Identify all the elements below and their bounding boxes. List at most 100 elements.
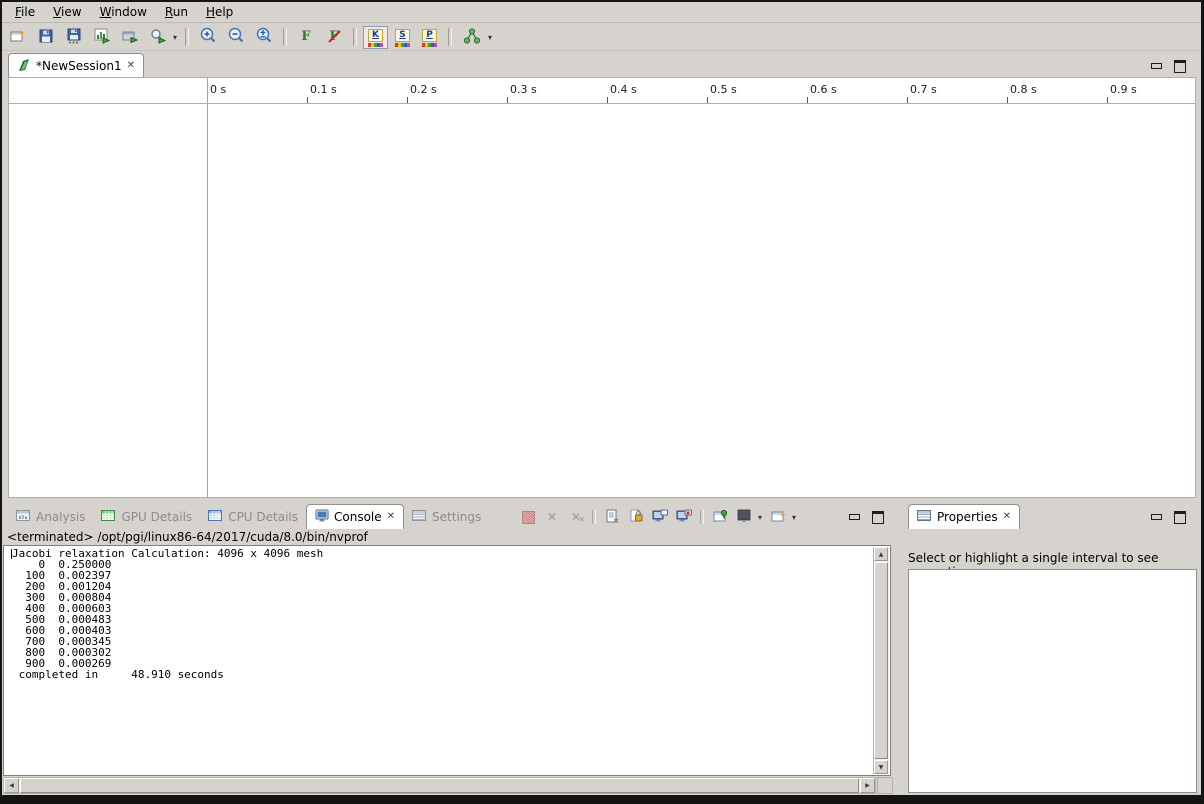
minimize-icon (1151, 63, 1162, 69)
scrollbar-corner (877, 777, 893, 794)
scroll-right-arrow[interactable]: ▶ (860, 778, 875, 793)
ruler-tick-label: 0.3 s (510, 83, 537, 96)
process-colors-button[interactable]: P (417, 26, 442, 49)
console-horizontal-scrollbar[interactable]: ◀ ▶ (3, 777, 876, 794)
import-button[interactable] (117, 25, 143, 49)
scroll-lock-icon (629, 509, 643, 526)
menu-file[interactable]: File (6, 4, 44, 20)
scrollbar-thumb[interactable] (874, 562, 888, 759)
scrollbar-thumb[interactable] (20, 778, 859, 793)
process-colors-icon: P (422, 29, 437, 42)
scroll-down-arrow[interactable]: ▼ (874, 760, 888, 774)
properties-tab-close-icon[interactable]: ✕ (1003, 512, 1011, 522)
console-tab-close-icon[interactable]: ✕ (387, 512, 395, 522)
ruler-tick (807, 97, 808, 103)
ruler-tick (607, 97, 608, 103)
tab-cpu-details[interactable]: CPU Details (200, 505, 306, 529)
console-vertical-scrollbar[interactable]: ▲ ▼ (873, 547, 889, 774)
ruler-tick-label: 0.8 s (1010, 83, 1037, 96)
toolbar-separator-line (2, 50, 1201, 51)
menu-window[interactable]: Window (91, 4, 156, 20)
kernel-colors-button[interactable]: K (363, 26, 388, 49)
import-icon (122, 28, 138, 47)
maximize-icon (1174, 511, 1186, 524)
stream-colors-button[interactable]: S (390, 26, 415, 49)
tab-settings[interactable]: Settings (404, 505, 489, 529)
maximize-icon (1174, 60, 1186, 73)
remove-launch-button[interactable]: ✕ (542, 507, 562, 527)
menu-view[interactable]: View (44, 4, 90, 20)
analysis-nodes-icon (463, 28, 481, 47)
timeline-maximize-button[interactable] (1171, 58, 1189, 74)
display-console-dropdown-icon[interactable]: ▾ (756, 513, 764, 522)
new-session-button[interactable]: ✦ (5, 25, 31, 49)
minimize-icon (849, 514, 860, 520)
tab-gpu-details[interactable]: GPU Details (93, 505, 200, 529)
remove-all-terminated-button[interactable]: ✕ ✕ (566, 507, 586, 527)
scroll-left-arrow[interactable]: ◀ (4, 778, 19, 793)
ruler-tick-label: 0.1 s (310, 83, 337, 96)
open-console-button[interactable]: ✦ (768, 507, 788, 527)
scroll-up-arrow[interactable]: ▲ (874, 547, 888, 561)
ruler-tick-label: 0.2 s (410, 83, 437, 96)
cpu-details-tab-icon (208, 509, 223, 525)
zoom-out-button[interactable] (223, 25, 249, 49)
open-console-dropdown-icon[interactable]: ▾ (790, 513, 798, 522)
scroll-lock-button[interactable] (626, 507, 646, 527)
console-maximize-button[interactable] (869, 509, 887, 525)
timeline-view[interactable] (8, 77, 1196, 498)
properties-maximize-button[interactable] (1171, 509, 1189, 525)
new-session-icon: ✦ (10, 28, 26, 47)
add-flag-button[interactable]: F (293, 25, 319, 49)
console-toolbar: ✕ ✕ ✕ ▾ ✦ ▾ (518, 505, 798, 529)
ruler-tick-label: 0.4 s (610, 83, 637, 96)
gpu-details-tab-icon (101, 509, 116, 525)
profile-application-button[interactable] (89, 25, 115, 49)
zoom-fit-icon (256, 27, 273, 47)
search-button[interactable] (145, 25, 171, 49)
console-output-area[interactable]: Jacobi relaxation Calculation: 4096 x 40… (3, 545, 891, 776)
profile-application-icon (94, 28, 110, 47)
display-selected-console-button[interactable] (734, 507, 754, 527)
monitor-stdout-icon (652, 509, 668, 526)
nvvp-window: { "icons": { "close": "✕", "caret": "▾",… (0, 0, 1204, 804)
tab-label: Settings (432, 510, 481, 524)
show-console-on-stdout-button[interactable] (650, 507, 670, 527)
pin-console-button[interactable] (710, 507, 730, 527)
tab-properties[interactable]: Properties ✕ (908, 504, 1020, 529)
analysis-tab-icon (16, 509, 31, 525)
save-all-icon (66, 28, 82, 47)
toolbar-separator (283, 28, 287, 46)
save-button[interactable] (33, 25, 59, 49)
menu-bar: File View Window Run Help (6, 3, 242, 21)
menu-run[interactable]: Run (156, 4, 197, 20)
remove-launch-icon: ✕ (547, 511, 557, 523)
menu-help[interactable]: Help (197, 4, 242, 20)
ruler-tick (1007, 97, 1008, 103)
console-output[interactable]: Jacobi relaxation Calculation: 4096 x 40… (12, 548, 323, 680)
names-timeline-divider[interactable] (207, 78, 208, 498)
monitor-stderr-icon (676, 509, 692, 526)
session-tab[interactable]: *NewSession1 ✕ (8, 53, 144, 78)
analysis-button[interactable] (458, 25, 486, 49)
session-tab-close-icon[interactable]: ✕ (127, 61, 135, 71)
terminate-button[interactable] (518, 507, 538, 527)
properties-minimize-button[interactable] (1147, 509, 1165, 525)
tab-console[interactable]: Console ✕ (306, 504, 404, 529)
console-minimize-button[interactable] (845, 509, 863, 525)
ruler-tick (707, 97, 708, 103)
pin-icon (713, 509, 728, 526)
zoom-in-button[interactable] (195, 25, 221, 49)
clear-console-button[interactable] (602, 507, 622, 527)
timeline-minimize-button[interactable] (1147, 58, 1165, 74)
clear-flags-button[interactable]: F (321, 25, 347, 49)
ruler-tick-label: 0 s (210, 83, 226, 96)
tab-analysis[interactable]: Analysis (8, 505, 93, 529)
show-console-on-stderr-button[interactable] (674, 507, 694, 527)
save-all-button[interactable] (61, 25, 87, 49)
terminate-icon (522, 511, 535, 524)
search-dropdown-icon[interactable]: ▾ (171, 33, 179, 42)
ruler-bottom-line (9, 103, 1195, 104)
zoom-fit-button[interactable] (251, 25, 277, 49)
analysis-dropdown-icon[interactable]: ▾ (486, 33, 494, 42)
